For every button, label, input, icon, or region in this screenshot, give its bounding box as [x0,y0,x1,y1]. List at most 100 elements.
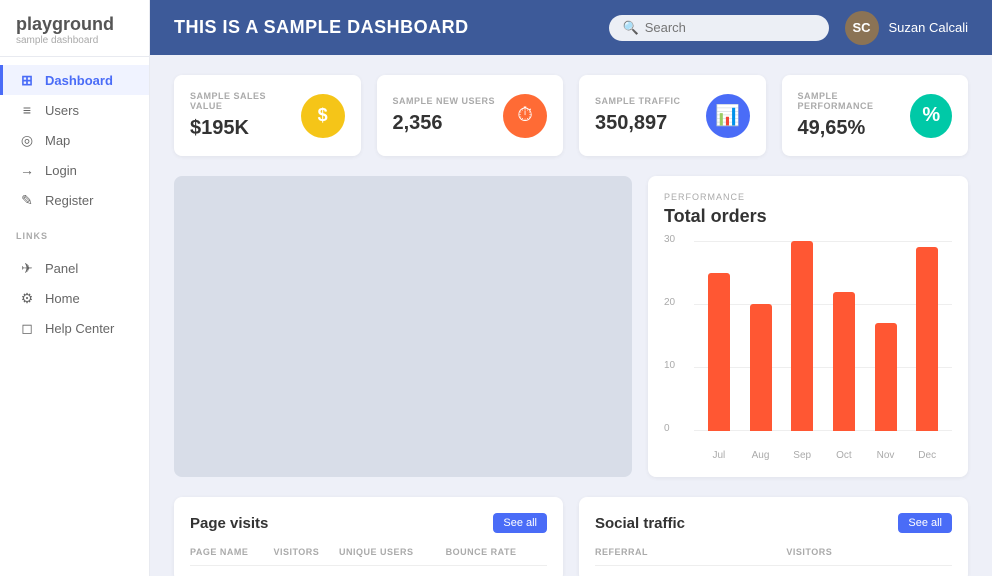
sidebar-label-home: Home [45,291,80,306]
sidebar-label-users: Users [45,103,79,118]
content-area: SAMPLE SALES VALUE $195K $ SAMPLE NEW US… [150,55,992,576]
stat-card-sales-left: SAMPLE SALES VALUE $195K [190,91,301,140]
stat-card-sales: SAMPLE SALES VALUE $195K $ [174,75,361,156]
page-visits-see-all[interactable]: See all [493,513,547,533]
sidebar-label-help: Help Center [45,321,114,336]
page-visits-card: Page visits See all PAGE NAME VISITORS U… [174,497,563,576]
x-label-oct: Oct [827,450,861,461]
logo-text: playground [16,14,133,35]
col-bounce-rate: BOUNCE RATE [446,547,547,566]
performance-card: PERFORMANCE Total orders 30 20 10 0 [648,176,968,477]
stat-card-performance: SAMPLE PERFORMANCE 49,65% % [782,75,969,156]
sidebar-item-login[interactable]: → Login [0,155,149,185]
sidebar-logo: playground sample dashboard [0,0,149,57]
stat-sales-label: SAMPLE SALES VALUE [190,91,301,111]
sidebar-label-panel: Panel [45,261,78,276]
bar-oct [827,241,861,431]
stat-users-icon: ⏱ [503,94,547,138]
x-label-aug: Aug [744,450,778,461]
x-label-jul: Jul [702,450,736,461]
page-visits-header: Page visits See all [190,513,547,533]
stat-perf-value: 49,65% [798,117,911,140]
sidebar-nav: ⊞ Dashboard ≡ Users ◎ Map → Login ✎ Regi… [0,57,149,223]
login-icon: → [19,162,35,178]
stat-card-users-left: SAMPLE NEW USERS 2,356 [393,96,496,135]
main-content: THIS IS A SAMPLE DASHBOARD 🔍 SC Suzan Ca… [150,0,992,576]
stat-perf-icon: % [910,94,952,138]
social-traffic-header-row: REFERRAL VISITORS [595,547,952,566]
stat-card-users: SAMPLE NEW USERS 2,356 ⏱ [377,75,564,156]
page-title: THIS IS A SAMPLE DASHBOARD [174,17,593,38]
sidebar-item-panel[interactable]: ✈ Panel [0,253,149,283]
links-section-label: LINKS [0,223,149,245]
grid-label-10: 10 [664,360,675,371]
search-box[interactable]: 🔍 [609,15,829,41]
bar-oct-rect [833,292,855,431]
bar-nov [869,241,903,431]
col-unique-users: UNIQUE USERS [339,547,446,566]
sidebar-item-help[interactable]: ◻ Help Center [0,313,149,343]
col-referral: REFERRAL [595,547,786,566]
search-icon: 🔍 [623,20,639,36]
x-label-dec: Dec [910,450,944,461]
stat-traffic-label: SAMPLE TRAFFIC [595,96,681,106]
sidebar-item-map[interactable]: ◎ Map [0,125,149,155]
middle-section: PERFORMANCE Total orders 30 20 10 0 [174,176,968,477]
sidebar-label-map: Map [45,133,70,148]
sidebar-label-dashboard: Dashboard [45,73,113,88]
social-traffic-card: Social traffic See all REFERRAL VISITORS [579,497,968,576]
social-traffic-header: Social traffic See all [595,513,952,533]
panel-icon: ✈ [19,260,35,276]
x-label-nov: Nov [869,450,903,461]
sidebar-item-register[interactable]: ✎ Register [0,185,149,215]
sidebar-label-login: Login [45,163,77,178]
bar-jul-rect [708,273,730,431]
social-traffic-title: Social traffic [595,515,685,532]
bar-aug [744,241,778,431]
grid-label-20: 20 [664,297,675,308]
col-soc-visitors: VISITORS [786,547,952,566]
page-visits-title: Page visits [190,515,268,532]
social-traffic-see-all[interactable]: See all [898,513,952,533]
sidebar-item-dashboard[interactable]: ⊞ Dashboard [0,65,149,95]
sidebar: playground sample dashboard ⊞ Dashboard … [0,0,150,576]
bar-dec-rect [916,247,938,431]
stat-perf-label: SAMPLE PERFORMANCE [798,91,911,111]
home-icon: ⚙ [19,290,35,306]
main-chart [174,176,632,477]
col-visitors: VISITORS [273,547,339,566]
sidebar-links: ✈ Panel ⚙ Home ◻ Help Center [0,245,149,351]
register-icon: ✎ [19,192,35,208]
stat-sales-value: $195K [190,117,301,140]
performance-title: Total orders [664,206,952,227]
stat-card-traffic-left: SAMPLE TRAFFIC 350,897 [595,96,681,135]
logo-subtext: sample dashboard [16,35,133,46]
stat-card-traffic: SAMPLE TRAFFIC 350,897 📊 [579,75,766,156]
bar-dec [910,241,944,431]
col-page-name: PAGE NAME [190,547,273,566]
stat-traffic-icon: 📊 [706,94,750,138]
avatar: SC [845,11,879,45]
header: THIS IS A SAMPLE DASHBOARD 🔍 SC Suzan Ca… [150,0,992,55]
map-icon: ◎ [19,132,35,148]
bar-nov-rect [875,323,897,431]
x-axis-labels: Jul Aug Sep Oct Nov Dec [694,450,952,461]
stat-users-label: SAMPLE NEW USERS [393,96,496,106]
search-input[interactable] [645,20,805,35]
bar-jul [702,241,736,431]
bottom-section: Page visits See all PAGE NAME VISITORS U… [174,497,968,576]
user-area[interactable]: SC Suzan Calcali [845,11,969,45]
users-icon: ≡ [19,102,35,118]
sidebar-item-users[interactable]: ≡ Users [0,95,149,125]
stat-users-value: 2,356 [393,112,496,135]
dashboard-icon: ⊞ [19,72,35,88]
bar-aug-rect [750,304,772,431]
page-visits-table: PAGE NAME VISITORS UNIQUE USERS BOUNCE R… [190,547,547,566]
stat-card-performance-left: SAMPLE PERFORMANCE 49,65% [798,91,911,140]
username-label: Suzan Calcali [889,20,969,35]
bar-sep-rect [791,241,813,431]
grid-label-30: 30 [664,234,675,245]
grid-label-0: 0 [664,423,670,434]
sidebar-item-home[interactable]: ⚙ Home [0,283,149,313]
help-icon: ◻ [19,320,35,336]
